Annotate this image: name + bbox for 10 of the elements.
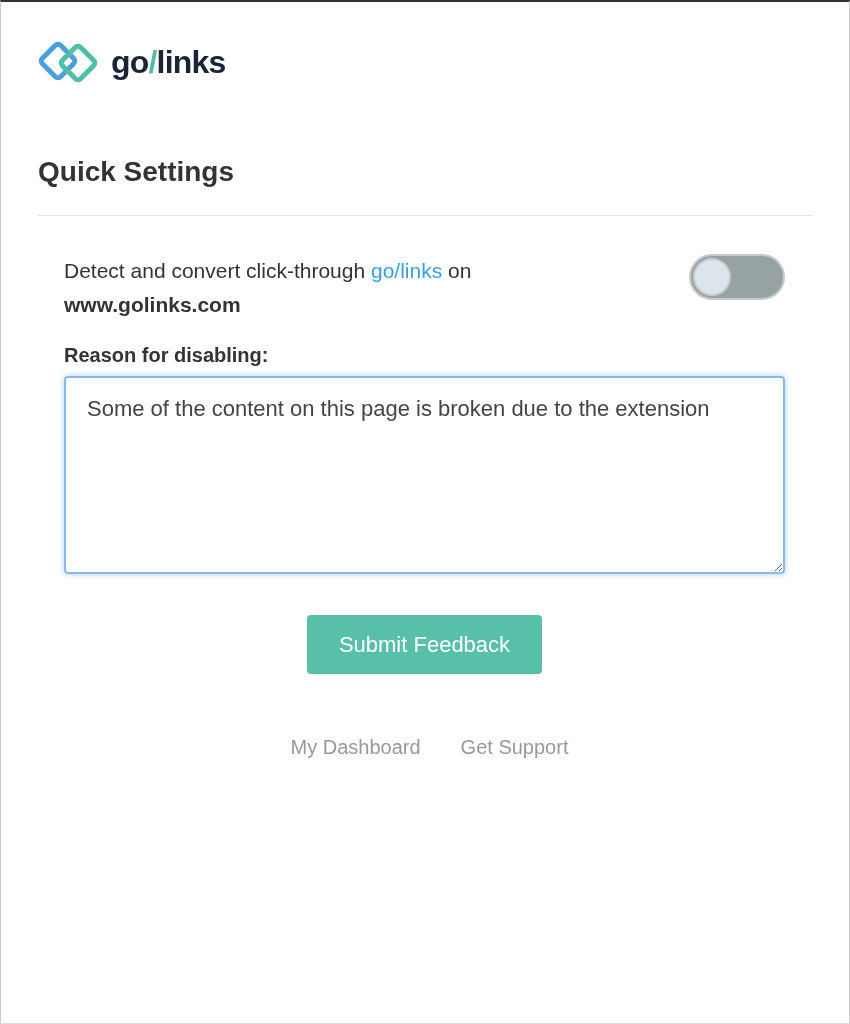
- reason-field[interactable]: Some of the content on this page is broken due to the extension: [64, 376, 785, 574]
- field-label: Reason for disabling:: [64, 343, 270, 368]
- setting-description: Detect and convert click-through go/links on www.golinks.com: [64, 258, 473, 318]
- section-title: Quick Settings: [38, 155, 236, 189]
- submit-button[interactable]: Submit Feedback: [307, 615, 542, 674]
- toggle-switch[interactable]: [689, 254, 785, 300]
- footer-link[interactable]: Get Support: [460, 732, 569, 762]
- logo-wordmark: go/links: [111, 43, 226, 82]
- footer-link[interactable]: My Dashboard: [290, 732, 421, 762]
- golinks-link[interactable]: go/links: [371, 259, 443, 282]
